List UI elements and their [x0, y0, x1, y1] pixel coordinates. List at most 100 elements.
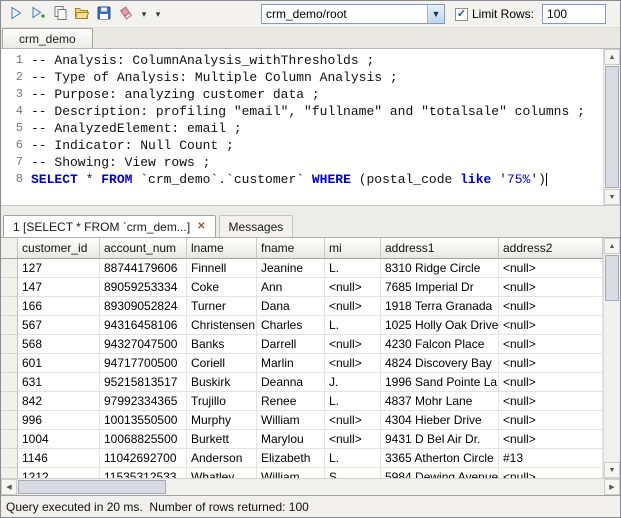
table-scrollbar-thumb[interactable] — [605, 255, 619, 301]
table-cell[interactable]: 1004 — [18, 430, 100, 449]
editor-line[interactable]: 4-- Description: profiling "email", "ful… — [1, 103, 620, 120]
table-row[interactable]: 114611042692700AndersonElizabethL.3365 A… — [1, 449, 603, 468]
table-cell[interactable]: 97992334365 — [100, 392, 187, 411]
save-button[interactable] — [93, 3, 115, 25]
table-cell[interactable]: <null> — [499, 297, 603, 316]
row-header-cell[interactable] — [1, 373, 18, 392]
clear-button[interactable] — [115, 3, 137, 25]
column-header-address2[interactable]: address2 — [499, 238, 603, 259]
column-header-account_num[interactable]: account_num — [100, 238, 187, 259]
table-cell[interactable]: <null> — [499, 335, 603, 354]
table-cell[interactable]: <null> — [499, 392, 603, 411]
table-cell[interactable]: <null> — [499, 316, 603, 335]
limit-rows-input[interactable] — [542, 4, 606, 24]
table-cell[interactable]: <null> — [325, 297, 381, 316]
table-cell[interactable]: <null> — [499, 259, 603, 278]
table-cell[interactable]: 11042692700 — [100, 449, 187, 468]
column-header-mi[interactable]: mi — [325, 238, 381, 259]
row-header-cell[interactable] — [1, 316, 18, 335]
table-cell[interactable]: 89059253334 — [100, 278, 187, 297]
table-cell[interactable]: 94717700500 — [100, 354, 187, 373]
scroll-down-icon[interactable]: ▼ — [604, 189, 620, 205]
table-cell[interactable]: L. — [325, 449, 381, 468]
column-header-lname[interactable]: lname — [187, 238, 257, 259]
open-file-button[interactable] — [71, 3, 93, 25]
editor-line[interactable]: 6-- Indicator: Null Count ; — [1, 137, 620, 154]
row-header-cell[interactable] — [1, 449, 18, 468]
table-cell[interactable]: S. — [325, 468, 381, 478]
editor-scrollbar-thumb[interactable] — [605, 66, 619, 188]
table-row[interactable]: 56894327047500BanksDarrell<null>4230 Fal… — [1, 335, 603, 354]
table-cell[interactable]: Murphy — [187, 411, 257, 430]
table-cell[interactable]: 8310 Ridge Circle — [381, 259, 499, 278]
row-header-cell[interactable] — [1, 278, 18, 297]
scroll-left-icon[interactable]: ◀ — [1, 479, 17, 495]
table-cell[interactable]: 567 — [18, 316, 100, 335]
scroll-down-icon[interactable]: ▼ — [604, 462, 620, 478]
row-header-cell[interactable] — [1, 259, 18, 278]
table-cell[interactable]: 3365 Atherton Circle — [381, 449, 499, 468]
editor-scrollbar-track[interactable] — [604, 65, 620, 189]
editor-line[interactable]: 1-- Analysis: ColumnAnalysis_withThresho… — [1, 52, 620, 69]
table-cell[interactable]: 147 — [18, 278, 100, 297]
table-cell[interactable]: 4304 Hieber Drive — [381, 411, 499, 430]
table-cell[interactable]: L. — [325, 392, 381, 411]
row-header-cell[interactable] — [1, 411, 18, 430]
run-query-button[interactable] — [5, 3, 27, 25]
table-cell[interactable]: <null> — [499, 373, 603, 392]
table-row[interactable]: 99610013550500MurphyWilliam<null>4304 Hi… — [1, 411, 603, 430]
table-cell[interactable]: <null> — [499, 430, 603, 449]
close-tab-icon[interactable]: ✕ — [197, 222, 205, 232]
table-cell[interactable]: Marylou — [257, 430, 325, 449]
table-cell[interactable]: Elizabeth — [257, 449, 325, 468]
table-cell[interactable]: 7685 Imperial Dr — [381, 278, 499, 297]
table-cell[interactable]: William — [257, 468, 325, 478]
scroll-up-icon[interactable]: ▲ — [604, 49, 620, 65]
row-header-cell[interactable] — [1, 335, 18, 354]
table-cell[interactable]: Whatley — [187, 468, 257, 478]
table-cell[interactable]: Renee — [257, 392, 325, 411]
table-cell[interactable]: Coke — [187, 278, 257, 297]
table-cell[interactable]: 88744179606 — [100, 259, 187, 278]
table-cell[interactable]: Buskirk — [187, 373, 257, 392]
editor-line[interactable]: 5-- AnalyzedElement: email ; — [1, 120, 620, 137]
table-row[interactable]: 63195215813517BuskirkDeannaJ.1996 Sand P… — [1, 373, 603, 392]
table-cell[interactable]: 1025 Holly Oak Drive — [381, 316, 499, 335]
table-cell[interactable]: 4837 Mohr Lane — [381, 392, 499, 411]
table-row[interactable]: 121211535312533WhatleyWilliamS.5984 Dewi… — [1, 468, 603, 478]
table-cell[interactable]: <null> — [325, 278, 381, 297]
table-cell[interactable]: Trujillo — [187, 392, 257, 411]
table-row[interactable]: 16689309052824TurnerDana<null>1918 Terra… — [1, 297, 603, 316]
table-row[interactable]: 12788744179606FinnellJeanineL.8310 Ridge… — [1, 259, 603, 278]
table-row[interactable]: 84297992334365TrujilloReneeL.4837 Mohr L… — [1, 392, 603, 411]
table-row[interactable]: 56794316458106ChristensenCharlesL.1025 H… — [1, 316, 603, 335]
combo-dropdown-icon[interactable]: ▼ — [427, 5, 444, 23]
table-cell[interactable]: 631 — [18, 373, 100, 392]
table-cell[interactable]: <null> — [325, 354, 381, 373]
table-cell[interactable]: L. — [325, 316, 381, 335]
row-header-cell[interactable] — [1, 392, 18, 411]
run-script-button[interactable] — [27, 3, 49, 25]
table-cell[interactable]: 4230 Falcon Place — [381, 335, 499, 354]
editor-line[interactable]: 3-- Purpose: analyzing customer data ; — [1, 86, 620, 103]
table-cell[interactable]: <null> — [499, 354, 603, 373]
table-cell[interactable]: 1996 Sand Pointe Lane — [381, 373, 499, 392]
editor-line[interactable]: 7-- Showing: View rows ; — [1, 154, 620, 171]
table-cell[interactable]: 94316458106 — [100, 316, 187, 335]
table-cell[interactable]: 11535312533 — [100, 468, 187, 478]
table-cell[interactable]: L. — [325, 259, 381, 278]
table-horizontal-scrollbar[interactable]: ◀ ▶ — [1, 478, 620, 495]
column-header-address1[interactable]: address1 — [381, 238, 499, 259]
table-cell[interactable]: 568 — [18, 335, 100, 354]
table-cell[interactable]: Anderson — [187, 449, 257, 468]
editor-text-area[interactable]: 1-- Analysis: ColumnAnalysis_withThresho… — [1, 49, 620, 188]
row-header-cell[interactable] — [1, 297, 18, 316]
table-cell[interactable]: 1146 — [18, 449, 100, 468]
table-cell[interactable]: <null> — [499, 278, 603, 297]
row-header-cell[interactable] — [1, 354, 18, 373]
row-header-cell[interactable] — [1, 468, 18, 478]
table-cell[interactable]: 842 — [18, 392, 100, 411]
copy-button[interactable] — [49, 3, 71, 25]
hscrollbar-track[interactable] — [17, 479, 604, 495]
table-cell[interactable]: <null> — [325, 411, 381, 430]
